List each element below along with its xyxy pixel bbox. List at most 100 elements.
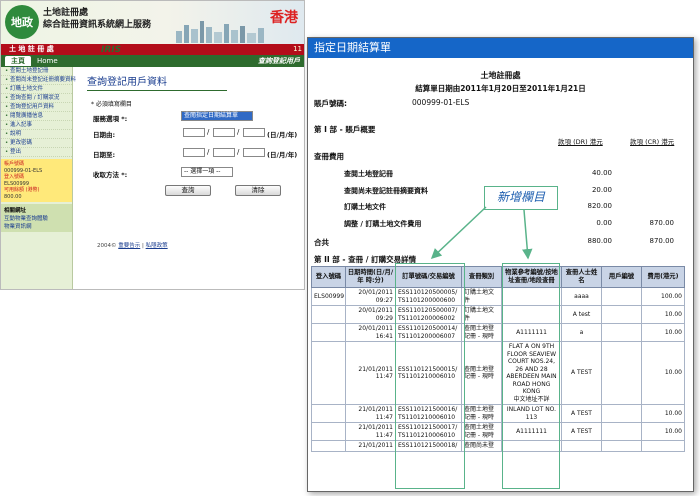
service-select[interactable]: 查閱指定日期結算單 <box>181 111 253 121</box>
sidebar-item-help[interactable]: 說明 <box>1 130 72 139</box>
cell-order-no: ESS110120500014/ TS1101200006007 <box>395 323 462 342</box>
table-row: 21/01/2011 11:47 ESS110121500015/ TS11012… <box>311 341 685 405</box>
tab-home-zh[interactable]: 主頁 <box>5 56 31 66</box>
cell-datetime: 20/01/2011 09:29 <box>345 305 396 324</box>
skyline-icon <box>176 21 264 43</box>
cell-user-no <box>601 341 642 405</box>
fees-title: 查冊費用 <box>314 152 344 161</box>
total-label: 合共 <box>314 238 329 247</box>
cell-property-ref <box>501 440 562 452</box>
header-login: 登入號碼 <box>311 266 346 288</box>
part2-title: 第 II 部 - 查冊 / 訂購交易詳情 <box>314 255 417 264</box>
balance-value: 800.00 <box>4 193 22 200</box>
cell-searcher-name <box>561 440 602 452</box>
org-name-line2: 綜合註冊資訊系統網上服務 <box>43 20 152 30</box>
date-from-hint: (日/月/年) <box>267 131 298 139</box>
slash-1: / <box>207 128 210 136</box>
sidebar-item-search-register[interactable]: 查閱土地登記冊 <box>1 67 72 76</box>
fee-debit: 820.00 <box>587 202 613 210</box>
sidebar-item-change-password[interactable]: 更改密碼 <box>1 139 72 148</box>
red-bar-number: 11 <box>293 45 302 53</box>
cell-user-no <box>601 305 642 324</box>
delivery-select[interactable]: -- 選擇一項 -- <box>181 167 233 177</box>
cell-fee: 10.00 <box>641 404 685 423</box>
cell-login <box>311 305 346 324</box>
sidebar-item-order-documents[interactable]: 訂購土地文件 <box>1 85 72 94</box>
clear-button[interactable]: 清除 <box>235 185 281 196</box>
cell-search-type: 查閱土地登記冊 - 現時 <box>461 422 502 441</box>
table-row: 21/01/2011 11:47 ESS110121500016/ TS11012… <box>311 404 685 423</box>
header-datetime: 日期時間(日/月/年 時:分) <box>345 266 396 288</box>
date-from-year-field[interactable] <box>243 128 265 137</box>
date-from-day-field[interactable] <box>183 128 205 137</box>
sidebar-item-logout[interactable]: 登出 <box>1 148 72 157</box>
credit-column-header: 款項 (CR) 港元 <box>630 138 675 146</box>
cell-datetime: 21/01/2011 11:47 <box>345 404 396 423</box>
sidebar-item-broadcast[interactable]: 閱覽廣播信息 <box>1 112 72 121</box>
debit-column-header: 款項 (DR) 港元 <box>558 138 603 146</box>
header-search-type: 查冊類別 <box>461 266 502 288</box>
service-select-value: 查閱指定日期結算單 <box>184 112 239 119</box>
related-link-2[interactable]: 物業資訊網 <box>4 222 69 230</box>
cell-user-no <box>601 422 642 441</box>
org-name-line1: 土地註冊處 <box>43 8 89 18</box>
fee-debit: 40.00 <box>591 169 612 177</box>
account-label: 賬戶號碼: <box>314 99 347 108</box>
privacy-policy-link[interactable]: 私隱政策 <box>146 243 168 249</box>
required-note: * 必須填寫欄目 <box>91 101 132 108</box>
date-to-day-field[interactable] <box>183 148 205 157</box>
tab-page-title: 查詢登記用戶 <box>258 57 300 65</box>
cell-user-no <box>601 287 642 306</box>
cell-datetime: 21/01/2011 <box>345 440 396 452</box>
table-row: 20/01/2011 09:29 ESS110120500007/ TS11012… <box>311 305 685 324</box>
cell-user-no <box>601 323 642 342</box>
sidebar-item-account-info[interactable]: 查詢登記用戶資料 <box>1 103 72 112</box>
tab-home-en[interactable]: Home <box>31 56 64 66</box>
cell-search-type: 訂購土地文件 <box>461 287 502 306</box>
cell-searcher-name: A test <box>561 305 602 324</box>
cell-user-no <box>601 440 642 452</box>
site-header: 地政 土地註冊處 綜合註冊資訊系統網上服務 香港 <box>1 1 304 44</box>
cell-datetime: 20/01/2011 09:27 <box>345 287 396 306</box>
iris-logo: IRIS <box>101 45 122 55</box>
date-to-month-field[interactable] <box>213 148 235 157</box>
cell-search-type: 查閱土地登記冊 - 現時 <box>461 404 502 423</box>
cell-fee: 10.00 <box>641 323 685 342</box>
important-notice-link[interactable]: 重要告示 <box>118 243 140 249</box>
cell-property-ref <box>501 287 562 306</box>
cell-fee <box>641 440 685 452</box>
new-field-callout: 新增欄目 <box>484 186 558 210</box>
date-from-label: 日期由: <box>93 131 116 139</box>
sidebar-item-notes[interactable]: 進入記事 <box>1 121 72 130</box>
sidebar: 查閱土地登記冊 查閱尚未登記註冊摘要資料 訂購土地文件 查詢查閱 / 訂購狀況 … <box>1 67 76 289</box>
delivery-label: 收取方法 *: <box>93 171 128 179</box>
header-property-ref: 物業參考編號/按地址查冊/地段查冊 <box>501 266 562 288</box>
query-button[interactable]: 查詢 <box>165 185 211 196</box>
date-from-month-field[interactable] <box>213 128 235 137</box>
cell-property-ref: INLAND LOT NO. 113 <box>501 404 562 423</box>
fee-credit: 870.00 <box>649 219 675 227</box>
statement-body: 土地註冊處 結算單日期由2011年1月20日至2011年1月21日 <box>308 70 693 94</box>
related-link-1[interactable]: 互動物業查詢體驗 <box>4 214 69 222</box>
cell-datetime: 20/01/2011 16:41 <box>345 323 396 342</box>
transactions-table: 登入號碼 日期時間(日/月/年 時:分) 訂單號碼/交易編號 查冊類別 物業參考… <box>311 266 685 452</box>
fee-label: 查閱土地登記冊 <box>344 170 393 178</box>
service-label: 服務選項 *: <box>93 115 128 123</box>
cell-searcher-name: a <box>561 323 602 342</box>
cell-search-type: 查閱土地登記冊 - 現時 <box>461 323 502 342</box>
sidebar-item-search-memorials[interactable]: 查閱尚未登記註冊摘要資料 <box>1 76 76 85</box>
table-row: 21/01/2011 11:47 ESS110121500017/ TS11012… <box>311 422 685 441</box>
total-credit: 870.00 <box>649 237 675 245</box>
slash-4: / <box>237 148 240 156</box>
related-links-panel: 相關網址 互動物業查詢體驗 物業資訊網 <box>1 204 72 232</box>
cell-searcher-name: aaaa <box>561 287 602 306</box>
sidebar-item-order-status[interactable]: 查詢查閱 / 訂購狀況 <box>1 94 72 103</box>
land-registry-logo[interactable]: 地政 <box>5 5 39 39</box>
date-to-year-field[interactable] <box>243 148 265 157</box>
nav-tabs: 主頁 Home IRIS 查詢登記用戶 <box>1 45 304 67</box>
part1-title: 第 I 部 - 賬戶概要 <box>314 125 376 134</box>
slash-3: / <box>207 148 210 156</box>
back-browser-window: 地政 土地註冊處 綜合註冊資訊系統網上服務 香港 土 地 註 冊 處 11 主頁… <box>0 0 305 290</box>
footer: 2004© 重要告示 | 私隱政策 <box>97 243 168 249</box>
cell-login <box>311 323 346 342</box>
